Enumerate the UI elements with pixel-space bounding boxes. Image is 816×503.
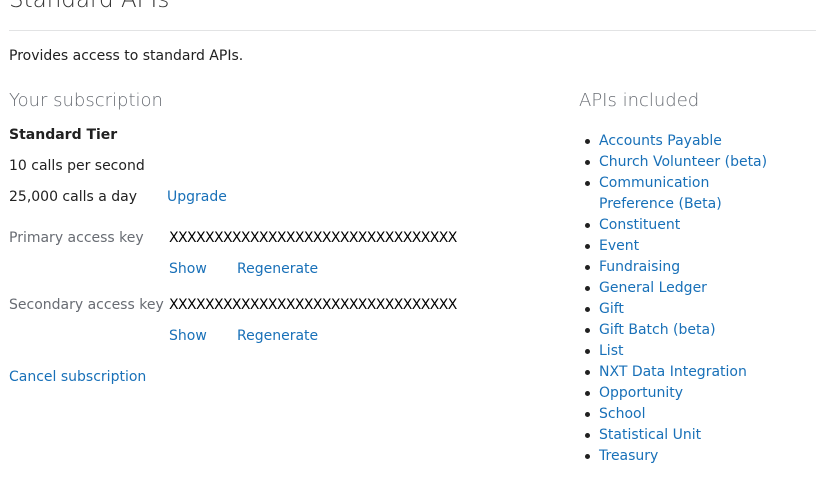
api-list-item: Constituent: [585, 215, 799, 236]
api-list-item: Opportunity: [585, 383, 799, 404]
api-list-item: Gift: [585, 299, 799, 320]
api-link-school[interactable]: School: [599, 406, 645, 422]
bullet-icon: [585, 139, 590, 144]
api-link-opportunity[interactable]: Opportunity: [599, 385, 683, 401]
api-list-item: Gift Batch (beta): [585, 320, 799, 341]
api-link-general-ledger[interactable]: General Ledger: [599, 280, 707, 296]
api-list-item: List: [585, 341, 799, 362]
api-link-treasury[interactable]: Treasury: [599, 448, 658, 464]
daily-quota: 25,000 calls a day: [9, 189, 138, 205]
api-link-gift[interactable]: Gift: [599, 301, 624, 317]
product-description: Provides access to standard APIs.: [9, 48, 244, 64]
api-link-accounts-payable[interactable]: Accounts Payable: [599, 133, 722, 149]
api-link-event[interactable]: Event: [599, 238, 639, 254]
api-link-constituent[interactable]: Constituent: [599, 217, 680, 233]
bullet-icon: [585, 307, 590, 312]
api-list-item: General Ledger: [585, 278, 799, 299]
api-list: Accounts Payable Church Volunteer (beta)…: [585, 131, 799, 467]
bullet-icon: [585, 244, 590, 249]
bullet-icon: [585, 265, 590, 270]
bullet-icon: [585, 412, 590, 417]
api-list-item: Event: [585, 236, 799, 257]
bullet-icon: [585, 391, 590, 396]
secondary-key-label: Secondary access key: [9, 297, 164, 313]
api-list-item: Accounts Payable: [585, 131, 799, 152]
subscription-heading: Your subscription: [9, 90, 163, 111]
primary-key-label: Primary access key: [9, 230, 144, 246]
bullet-icon: [585, 328, 590, 333]
api-link-statistical-unit[interactable]: Statistical Unit: [599, 427, 701, 443]
api-link-nxt-data-integration[interactable]: NXT Data Integration: [599, 364, 747, 380]
api-link-fundraising[interactable]: Fundraising: [599, 259, 680, 275]
api-list-item: Fundraising: [585, 257, 799, 278]
secondary-key-value: XXXXXXXXXXXXXXXXXXXXXXXXXXXXXXXX: [169, 297, 457, 313]
secondary-key-regenerate-link[interactable]: Regenerate: [237, 328, 318, 344]
api-list-item: NXT Data Integration: [585, 362, 799, 383]
rate-limit: 10 calls per second: [9, 158, 145, 174]
apis-included-heading: APIs included: [579, 90, 700, 111]
bullet-icon: [585, 454, 590, 459]
bullet-icon: [585, 223, 590, 228]
cancel-subscription-link[interactable]: Cancel subscription: [9, 369, 146, 385]
primary-key-value: XXXXXXXXXXXXXXXXXXXXXXXXXXXXXXXX: [169, 230, 457, 246]
secondary-key-show-link[interactable]: Show: [169, 328, 207, 344]
primary-key-regenerate-link[interactable]: Regenerate: [237, 261, 318, 277]
api-list-item: Communication Preference (Beta): [585, 173, 799, 215]
api-link-church-volunteer[interactable]: Church Volunteer (beta): [599, 154, 767, 170]
bullet-icon: [585, 433, 590, 438]
tier-name: Standard Tier: [9, 127, 118, 143]
upgrade-link[interactable]: Upgrade: [167, 189, 227, 205]
bullet-icon: [585, 370, 590, 375]
api-list-item: Church Volunteer (beta): [585, 152, 799, 173]
api-link-communication-preference[interactable]: Communication Preference (Beta): [599, 173, 729, 215]
api-link-list[interactable]: List: [599, 343, 623, 359]
api-list-item: Treasury: [585, 446, 799, 467]
primary-key-show-link[interactable]: Show: [169, 261, 207, 277]
api-link-gift-batch[interactable]: Gift Batch (beta): [599, 322, 716, 338]
title-divider: [9, 30, 816, 31]
api-list-item: School: [585, 404, 799, 425]
product-page: Standard APIs Provides access to standar…: [0, 0, 816, 503]
bullet-icon: [585, 181, 590, 186]
page-title: Standard APIs: [9, 0, 170, 13]
bullet-icon: [585, 160, 590, 165]
bullet-icon: [585, 286, 590, 291]
api-list-item: Statistical Unit: [585, 425, 799, 446]
bullet-icon: [585, 349, 590, 354]
